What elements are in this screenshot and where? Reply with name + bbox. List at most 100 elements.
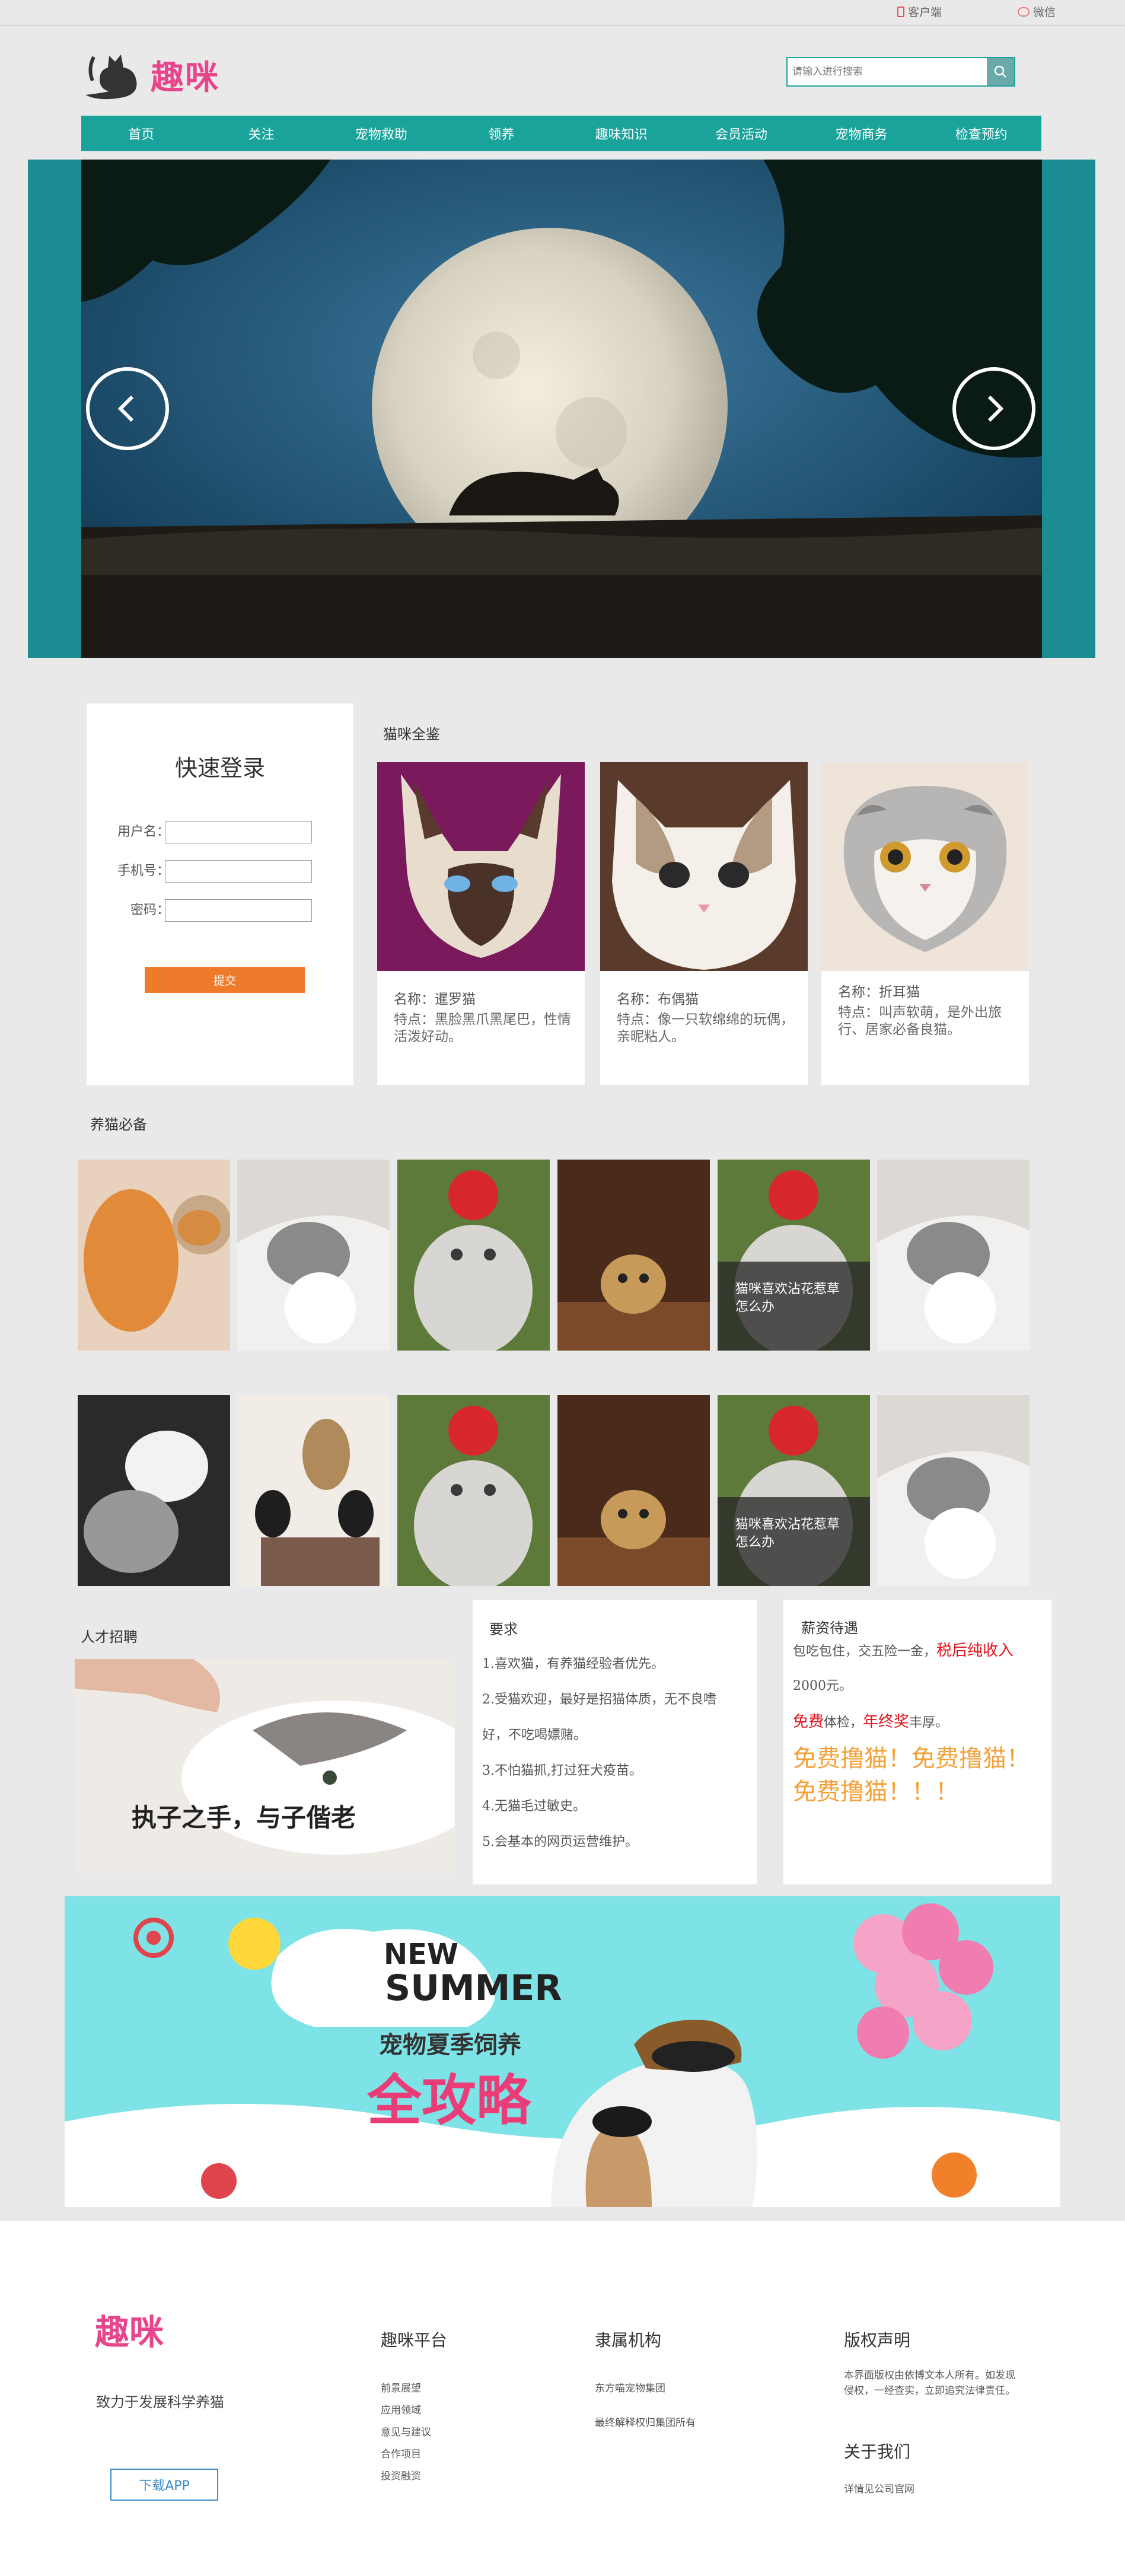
footer-platform-title: 趣咪平台 [381,2330,448,2350]
footer-copyright-text: 本界面版权由依博文本人所有。如发现侵权，一经查实，立即追究法律责任。 [844,2370,1015,2397]
salary-line-3: 免费体检，年终奖丰厚。 [793,1704,948,1741]
gallery-thumb[interactable] [78,1160,230,1351]
cat-card-scottish-fold[interactable]: 名称：折耳猫 特点：叫声软萌，是外出旅行、居家必备良猫。 [821,762,1029,1085]
salary-free: 免费 [793,1713,824,1731]
footer-link[interactable]: 意见与建议 [381,2424,431,2438]
banner-subtitle: 宠物夏季饲养 [379,2031,521,2059]
footer-brand[interactable]: 趣咪 [95,2304,164,2354]
footer-link[interactable]: 最终解释权归集团所有 [595,2414,696,2429]
search-bar [786,57,1015,87]
search-input[interactable] [788,58,987,85]
requirements-title: 要求 [489,1621,518,1638]
cats-section-title: 猫咪全鉴 [383,726,440,743]
phone-field[interactable] [165,860,312,883]
nav-item-knowledge[interactable]: 趣味知识 [562,116,681,151]
nav-item-appointment[interactable]: 检查预约 [922,116,1041,151]
nav-item-events[interactable]: 会员活动 [681,116,801,151]
login-title: 快速登录 [174,755,265,781]
phone-label: 手机号： [117,864,170,878]
salary-highlight: 税后纯收入 [936,1642,1014,1660]
search-icon [994,65,1006,78]
username-field[interactable] [165,821,312,843]
requirement-item: 1.喜欢猫，有养猫经验者优先。 [482,1657,664,1671]
password-label: 密码： [130,903,170,918]
gallery-thumb[interactable] [237,1395,390,1586]
salary-panel: 薪资待遇 包吃包住，交五险一金，税后纯收入 2000元。 免费体检，年终奖丰厚。… [783,1600,1051,1884]
wechat-label: 微信 [1033,6,1056,19]
moon-cat-image [81,160,1042,658]
wechat-link[interactable]: 微信 [1018,4,1056,20]
footer-link[interactable]: 东方喵宠物集团 [595,2380,665,2394]
client-label: 客户端 [908,6,942,19]
cat-card-name: 名称：暹罗猫 [394,992,476,1007]
footer-about-title: 关于我们 [844,2442,911,2462]
password-field[interactable] [165,899,312,922]
gallery-thumb-captioned[interactable]: 猫咪喜欢沾花惹草怎么办 [718,1160,870,1351]
chevron-right-icon [987,395,1004,422]
salary-text: 体检， [824,1715,863,1730]
gallery-thumb[interactable] [397,1395,550,1586]
cat-card-siamese[interactable]: 名称：暹罗猫 特点：黑脸黑爪黑尾巴，性情活泼好动。 [377,762,585,1085]
footer-link[interactable]: 应用领域 [381,2402,421,2416]
salary-slogan: 免费撸猫！免费撸猫！免费撸猫！！！ [793,1745,1030,1806]
footer-copyright-title: 版权声明 [844,2330,911,2350]
client-link[interactable]: 客户端 [897,4,942,20]
cat-logo-icon [85,55,137,100]
footer-slogan: 致力于发展科学养猫 [96,2394,224,2411]
brand-title[interactable]: 趣咪 [151,51,219,99]
chevron-left-icon [117,395,134,422]
nav-item-follow[interactable]: 关注 [201,116,321,151]
footer-link[interactable]: 合作项目 [381,2446,421,2460]
gallery-thumb[interactable] [237,1160,390,1351]
requirements-panel: 要求 1.喜欢猫，有养猫经验者优先。 2.受猫欢迎，最好是招猫体质，无不良嗜 好… [473,1600,757,1884]
gallery-thumb-captioned[interactable]: 猫咪喜欢沾花惹草怎么办 [718,1395,870,1586]
nav-item-adopt[interactable]: 领养 [441,116,561,151]
cat-card-name: 名称：折耳猫 [838,985,920,1000]
siamese-cat-image [377,762,585,971]
phone-icon [897,6,904,17]
requirement-item: 好，不吃喝嫖赌。 [482,1728,587,1743]
cat-card-feature: 特点：黑脸黑爪黑尾巴，性情活泼好动。 [394,1012,571,1045]
banner-headline: 全攻略 [367,2069,531,2132]
gallery-thumb[interactable] [877,1160,1030,1351]
salary-text: 丰厚。 [909,1715,949,1730]
cat-card-ragdoll[interactable]: 名称：布偶猫 特点：像一只软绵绵的玩偶，亲昵粘人。 [600,762,808,1085]
footer-about-link[interactable]: 详情见公司官网 [844,2481,914,2495]
username-label: 用户名： [117,824,170,839]
nav-item-home[interactable]: 首页 [81,116,201,151]
cat-card-feature: 特点：叫声软萌，是外出旅行、居家必备良猫。 [838,1005,1002,1037]
gallery-thumb[interactable] [78,1395,230,1586]
scottish-fold-cat-image [821,762,1029,971]
cat-card-name: 名称：布偶猫 [617,992,699,1007]
gallery-thumb[interactable] [557,1160,710,1351]
summer-promo-banner[interactable]: NEW SUMMER 宠物夏季饲养 全攻略 [65,1896,1060,2207]
gallery-thumb[interactable] [397,1160,550,1351]
recruit-section-title: 人才招聘 [81,1629,138,1645]
footer-link[interactable]: 前景展望 [381,2380,421,2394]
requirement-item: 3.不怕猫抓,打过狂犬疫苗。 [482,1763,642,1778]
banner-new: NEW [384,1938,458,1971]
banner-summer: SUMMER [385,1967,562,2009]
requirement-item: 5.会基本的网页运营维护。 [482,1835,638,1849]
recruit-image-caption: 执子之手，与子偕老 [132,1803,356,1832]
quick-login-panel: 快速登录 用户名： 手机号： 密码： 提交 [87,703,353,1085]
submit-button[interactable]: 提交 [145,967,305,993]
download-app-button[interactable]: 下载APP [110,2469,218,2501]
salary-bonus: 年终奖 [863,1713,910,1731]
care-section-title: 养猫必备 [90,1116,147,1133]
gallery-thumb[interactable] [557,1395,710,1586]
hero-carousel [81,160,1042,658]
main-nav: 首页 关注 宠物救助 领养 趣味知识 会员活动 宠物商务 检查预约 [81,116,1041,151]
wechat-icon [1018,7,1030,17]
top-divider [0,25,1125,26]
carousel-prev-button[interactable] [86,367,169,450]
nav-item-business[interactable]: 宠物商务 [801,116,921,151]
nav-item-rescue[interactable]: 宠物救助 [321,116,441,151]
carousel-next-button[interactable] [952,367,1035,450]
cat-card-feature: 特点：像一只软绵绵的玩偶，亲昵粘人。 [617,1012,794,1045]
footer-link[interactable]: 投资融资 [381,2467,421,2482]
search-button[interactable] [987,58,1014,85]
gallery-thumb[interactable] [877,1395,1030,1586]
gallery-caption: 猫咪喜欢沾花惹草怎么办 [718,1497,870,1586]
summer-banner-art [65,1903,1060,2207]
